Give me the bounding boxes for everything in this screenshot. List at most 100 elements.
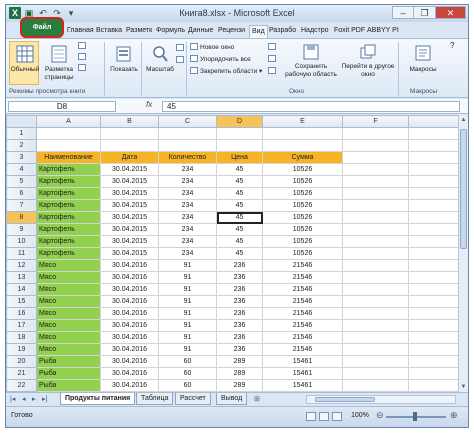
cell[interactable] — [342, 331, 409, 344]
cell[interactable] — [342, 259, 409, 272]
cell[interactable]: 91 — [158, 319, 217, 332]
cell[interactable] — [408, 283, 459, 296]
cell[interactable]: Мясо — [36, 331, 101, 344]
custom-views-button[interactable] — [78, 53, 88, 62]
cell[interactable]: 30.04.2016 — [100, 259, 159, 272]
cell[interactable]: 15461 — [262, 379, 343, 392]
cell[interactable]: Картофель — [36, 211, 101, 224]
tab-insert[interactable]: Вставка — [96, 25, 122, 38]
cell[interactable] — [342, 175, 409, 188]
column-header[interactable]: B — [100, 115, 159, 128]
sheet-tab-calc[interactable]: Рассчет — [175, 393, 211, 405]
cell[interactable] — [342, 139, 409, 152]
ribbon-help-icon[interactable]: ? — [450, 41, 454, 50]
switch-windows-button[interactable]: Перейти в другое окно — [340, 41, 394, 85]
row-header[interactable]: 1 — [6, 127, 37, 140]
cell[interactable]: 234 — [158, 199, 217, 212]
cell[interactable]: 234 — [158, 247, 217, 260]
cell[interactable]: 289 — [216, 379, 263, 392]
cell[interactable] — [408, 151, 459, 164]
cell[interactable]: 10526 — [262, 235, 343, 248]
cell[interactable] — [342, 379, 409, 392]
row-header[interactable]: 5 — [6, 175, 37, 188]
cell[interactable]: 21546 — [262, 295, 343, 308]
cell[interactable]: 289 — [216, 355, 263, 368]
cell[interactable]: Мясо — [36, 307, 101, 320]
cell[interactable]: 91 — [158, 343, 217, 356]
cell[interactable]: 21546 — [262, 319, 343, 332]
cell[interactable]: Картофель — [36, 223, 101, 236]
cell[interactable] — [408, 199, 459, 212]
tab-developer[interactable]: Разрабо — [269, 25, 296, 38]
page-layout-view-button[interactable]: Разметка страницы — [41, 41, 75, 85]
cell[interactable]: 234 — [158, 211, 217, 224]
cell[interactable]: 30.04.2015 — [100, 235, 159, 248]
cell[interactable] — [408, 139, 459, 152]
page-layout-status-icon[interactable] — [319, 412, 329, 421]
cell[interactable]: Сумма — [262, 151, 343, 164]
cell[interactable] — [408, 331, 459, 344]
scroll-up-icon[interactable]: ▲ — [459, 115, 468, 125]
cell[interactable]: 234 — [158, 223, 217, 236]
tab-abbyy[interactable]: ABBYY PI — [367, 25, 399, 38]
row-header[interactable]: 12 — [6, 259, 37, 272]
cell[interactable]: 60 — [158, 355, 217, 368]
column-header-empty[interactable] — [408, 115, 459, 128]
cell[interactable]: 15461 — [262, 367, 343, 380]
cell[interactable]: Мясо — [36, 259, 101, 272]
cell[interactable]: 289 — [216, 367, 263, 380]
zoom-slider[interactable] — [386, 412, 446, 421]
cell[interactable] — [408, 187, 459, 200]
cell[interactable]: 30.04.2015 — [100, 199, 159, 212]
cell[interactable] — [342, 163, 409, 176]
cell[interactable] — [408, 379, 459, 392]
row-header[interactable]: 8 — [6, 211, 37, 224]
zoom-in-icon[interactable]: ⊕ — [450, 410, 458, 421]
freeze-panes-button[interactable]: Закрепить области ▾ — [190, 67, 262, 76]
row-header[interactable]: 7 — [6, 199, 37, 212]
cell[interactable]: 30.04.2016 — [100, 295, 159, 308]
scroll-down-icon[interactable]: ▼ — [459, 382, 468, 392]
row-header[interactable]: 9 — [6, 223, 37, 236]
row-header[interactable]: 20 — [6, 355, 37, 368]
cell[interactable] — [342, 187, 409, 200]
unhide-button[interactable] — [268, 67, 278, 76]
name-box[interactable]: D8 — [8, 101, 116, 112]
cell[interactable] — [36, 139, 101, 152]
cell[interactable]: 30.04.2016 — [100, 367, 159, 380]
cell[interactable] — [342, 211, 409, 224]
cell[interactable]: Картофель — [36, 163, 101, 176]
cell[interactable]: Мясо — [36, 319, 101, 332]
cell[interactable] — [342, 295, 409, 308]
cell[interactable]: Картофель — [36, 199, 101, 212]
column-header[interactable]: A — [36, 115, 101, 128]
cell[interactable]: 30.04.2015 — [100, 187, 159, 200]
close-button[interactable]: ✕ — [436, 6, 466, 19]
row-header[interactable]: 13 — [6, 271, 37, 284]
cell[interactable]: 91 — [158, 259, 217, 272]
tab-foxit-pdf[interactable]: Foxit PDF — [334, 25, 365, 38]
cell[interactable]: 21546 — [262, 307, 343, 320]
row-header[interactable]: 19 — [6, 343, 37, 356]
cell[interactable]: 10526 — [262, 163, 343, 176]
cell[interactable]: 236 — [216, 283, 263, 296]
cell[interactable]: 30.04.2016 — [100, 319, 159, 332]
first-sheet-icon[interactable]: |◂ — [10, 395, 15, 403]
cell[interactable]: 45 — [216, 223, 263, 236]
cell[interactable] — [408, 271, 459, 284]
cell[interactable]: 30.04.2015 — [100, 223, 159, 236]
row-header[interactable]: 18 — [6, 331, 37, 344]
row-header[interactable]: 16 — [6, 307, 37, 320]
show-button[interactable]: Показать — [108, 41, 138, 85]
cell[interactable] — [342, 367, 409, 380]
cell[interactable] — [342, 343, 409, 356]
tab-page-layout[interactable]: Разметк — [126, 25, 152, 38]
next-sheet-icon[interactable]: ▸ — [32, 395, 36, 403]
cell[interactable] — [158, 127, 217, 140]
cell[interactable] — [342, 151, 409, 164]
horizontal-scroll-thumb[interactable] — [315, 397, 375, 402]
cell[interactable]: 30.04.2016 — [100, 307, 159, 320]
row-header[interactable]: 6 — [6, 187, 37, 200]
zoom-out-icon[interactable]: ⊖ — [376, 410, 384, 421]
cell[interactable] — [408, 367, 459, 380]
